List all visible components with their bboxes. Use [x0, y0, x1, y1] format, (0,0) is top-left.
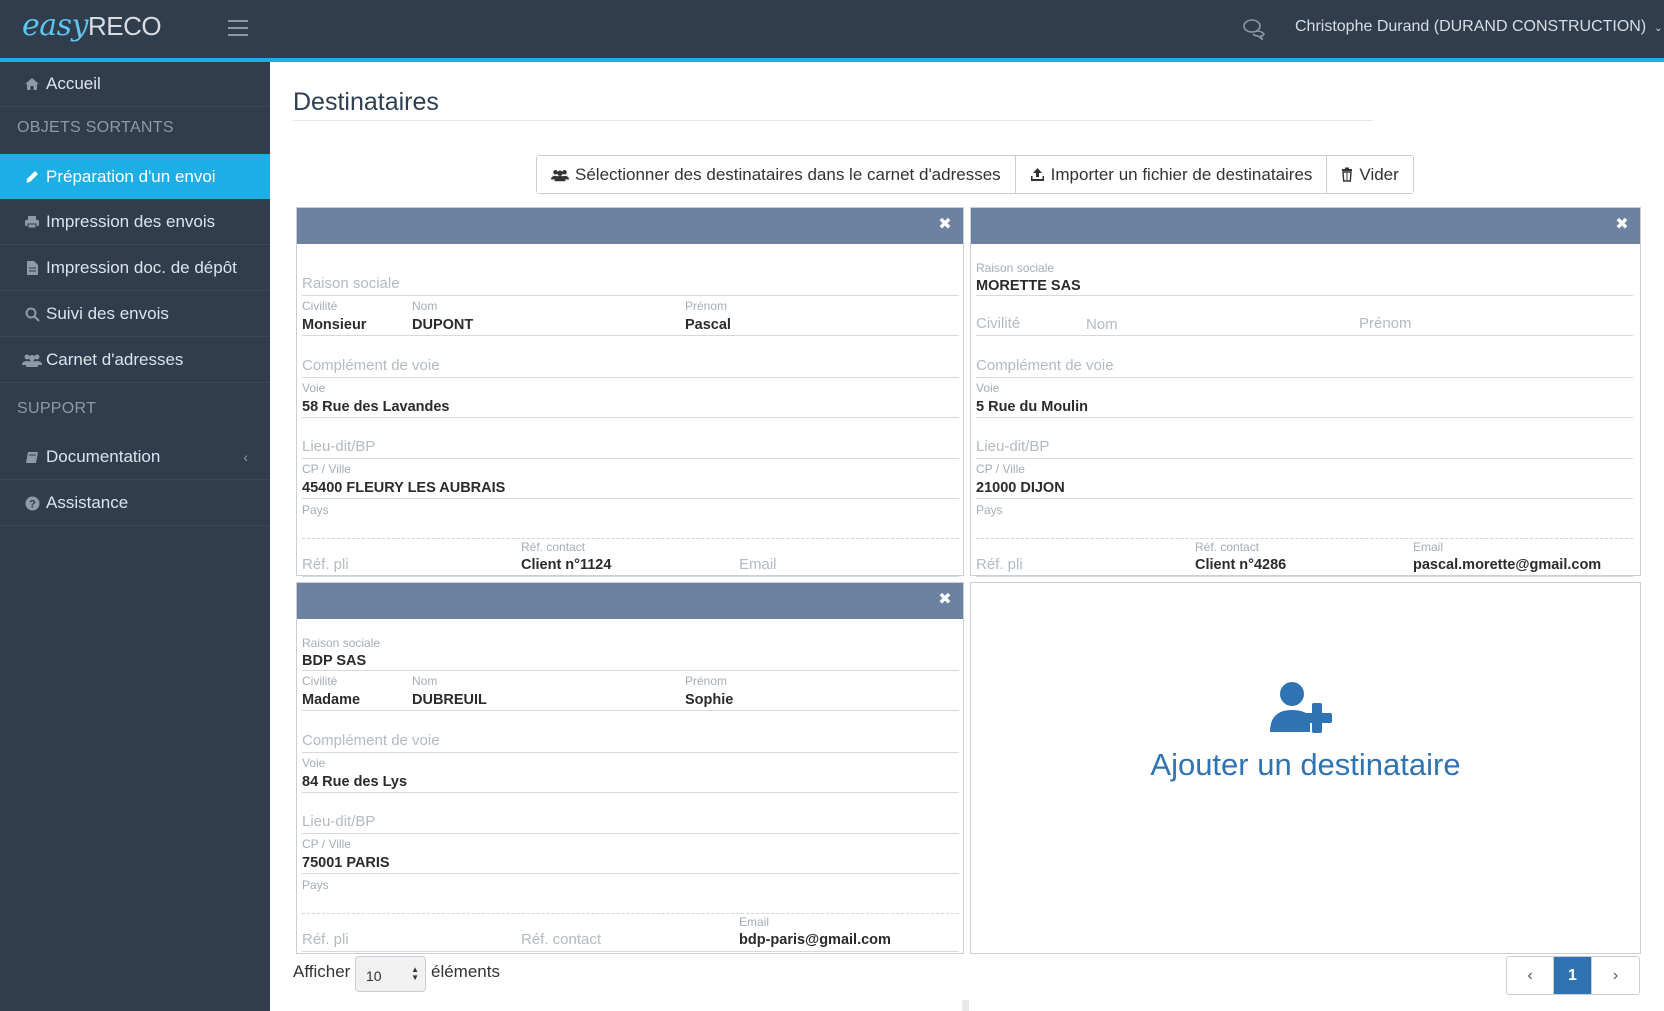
voie-field[interactable]: Voie 84 Rue des Lys	[302, 749, 959, 793]
elements-label: éléments	[431, 962, 500, 981]
close-icon[interactable]: ✖	[938, 217, 952, 233]
pays-field[interactable]: Pays	[302, 874, 959, 914]
chat-icon[interactable]	[1242, 18, 1266, 42]
sidebar-item-preparation[interactable]: Préparation d'un envoi	[0, 154, 270, 199]
select-arrows-icon: ▲ ▼	[411, 965, 419, 982]
recipient-card: ✖ Raison sociale MORETTE SAS Civilité No…	[970, 207, 1641, 577]
refs-row: Réf. pli Réf. contact Client n°1124 Emai…	[302, 537, 959, 577]
users-icon	[18, 353, 46, 367]
page-title: Destinataires	[293, 88, 439, 116]
name-row: Civilité Monsieur Nom DUPONT Prénom Pasc…	[302, 292, 959, 336]
import-file-button[interactable]: Importer un fichier de destinataires	[1015, 156, 1328, 193]
lieu-dit-field[interactable]: Lieu-dit/BP	[302, 793, 959, 834]
name-row: Civilité Madame Nom DUBREUIL Prénom Soph…	[302, 667, 959, 711]
voie-field[interactable]: Voie 58 Rue des Lavandes	[302, 374, 959, 418]
lieu-dit-field[interactable]: Lieu-dit/BP	[976, 418, 1633, 459]
page-size-select[interactable]: 10 ▲ ▼	[355, 956, 426, 992]
scroll-indicator	[962, 1000, 969, 1011]
complement-field[interactable]: Complément de voie	[302, 711, 959, 753]
add-recipient-card[interactable]: Ajouter un destinataire	[970, 582, 1641, 954]
question-icon: ?	[18, 496, 46, 511]
sidebar-item-documentation[interactable]: Documentation ‹	[0, 435, 270, 480]
title-divider	[293, 120, 1373, 121]
raison-sociale-field[interactable]: Raison sociale MORETTE SAS	[976, 250, 1633, 296]
top-bar: easyRECO Christophe Durand (DURAND CONST…	[0, 0, 1664, 62]
trash-icon	[1342, 167, 1353, 182]
sidebar-item-assistance[interactable]: ? Assistance	[0, 481, 270, 526]
recipient-actions: Sélectionner des destinataires dans le c…	[536, 155, 1414, 194]
users-icon	[551, 169, 569, 181]
close-icon[interactable]: ✖	[1615, 217, 1629, 233]
menu-toggle-icon[interactable]	[228, 20, 248, 36]
printer-icon	[18, 215, 46, 229]
search-icon	[18, 307, 46, 322]
pays-field[interactable]: Pays	[302, 499, 959, 539]
file-icon	[18, 260, 46, 276]
name-row: Civilité Nom Prénom	[976, 296, 1633, 336]
book-icon	[18, 450, 46, 465]
section-outgoing: OBJETS SORTANTS	[17, 119, 174, 136]
lieu-dit-field[interactable]: Lieu-dit/BP	[302, 418, 959, 459]
pencil-icon	[18, 169, 46, 184]
show-label: Afficher	[293, 962, 351, 981]
sidebar-item-home[interactable]: Accueil	[0, 62, 270, 107]
chevron-left-icon: ‹	[243, 449, 248, 465]
sidebar-item-deposit[interactable]: Impression doc. de dépôt	[0, 246, 270, 291]
section-support: SUPPORT	[17, 400, 97, 417]
pays-field[interactable]: Pays	[976, 499, 1633, 539]
sidebar-item-addressbook[interactable]: Carnet d'adresses	[0, 338, 270, 383]
cp-ville-field[interactable]: CP / Ville 21000 DIJON	[976, 455, 1633, 499]
close-icon[interactable]: ✖	[938, 592, 952, 608]
raison-sociale-field[interactable]: Raison sociale	[302, 254, 959, 296]
page-1-button[interactable]: 1	[1554, 957, 1592, 994]
recipient-card: ✖ Raison sociale BDP SAS Civilité Madame…	[296, 582, 964, 954]
complement-field[interactable]: Complément de voie	[302, 336, 959, 378]
cp-ville-field[interactable]: CP / Ville 45400 FLEURY LES AUBRAIS	[302, 455, 959, 499]
recipient-card: ✖ Raison sociale Civilité Monsieur Nom D…	[296, 207, 964, 577]
card-header: ✖	[297, 208, 963, 244]
home-icon	[18, 77, 46, 91]
select-from-addressbook-button[interactable]: Sélectionner des destinataires dans le c…	[537, 156, 1016, 193]
user-menu[interactable]: Christophe Durand (DURAND CONSTRUCTION) ⌄	[1295, 18, 1663, 36]
svg-text:?: ?	[29, 498, 36, 510]
sidebar-item-print[interactable]: Impression des envois	[0, 200, 270, 245]
sidebar: Accueil OBJETS SORTANTS Préparation d'un…	[0, 62, 270, 1011]
card-header: ✖	[971, 208, 1640, 244]
refs-row: Réf. pli Réf. contact Client n°4286 Emai…	[976, 537, 1633, 577]
clear-button[interactable]: Vider	[1327, 156, 1413, 193]
pagination: ‹ 1 ›	[1506, 956, 1640, 995]
add-recipient-label: Ajouter un destinataire	[1150, 747, 1461, 782]
card-header: ✖	[297, 583, 963, 619]
sidebar-item-tracking[interactable]: Suivi des envois	[0, 292, 270, 337]
complement-field[interactable]: Complément de voie	[976, 336, 1633, 378]
chevron-down-icon: ⌄	[1654, 23, 1663, 34]
next-page-button[interactable]: ›	[1592, 957, 1639, 994]
user-plus-icon	[1268, 680, 1338, 739]
raison-sociale-field[interactable]: Raison sociale BDP SAS	[302, 625, 959, 671]
cp-ville-field[interactable]: CP / Ville 75001 PARIS	[302, 830, 959, 874]
voie-field[interactable]: Voie 5 Rue du Moulin	[976, 374, 1633, 418]
upload-icon	[1030, 168, 1044, 181]
refs-row: Réf. pli Réf. contact Email bdp-paris@gm…	[302, 912, 959, 952]
app-logo[interactable]: easyRECO	[22, 8, 162, 43]
prev-page-button[interactable]: ‹	[1507, 957, 1554, 994]
